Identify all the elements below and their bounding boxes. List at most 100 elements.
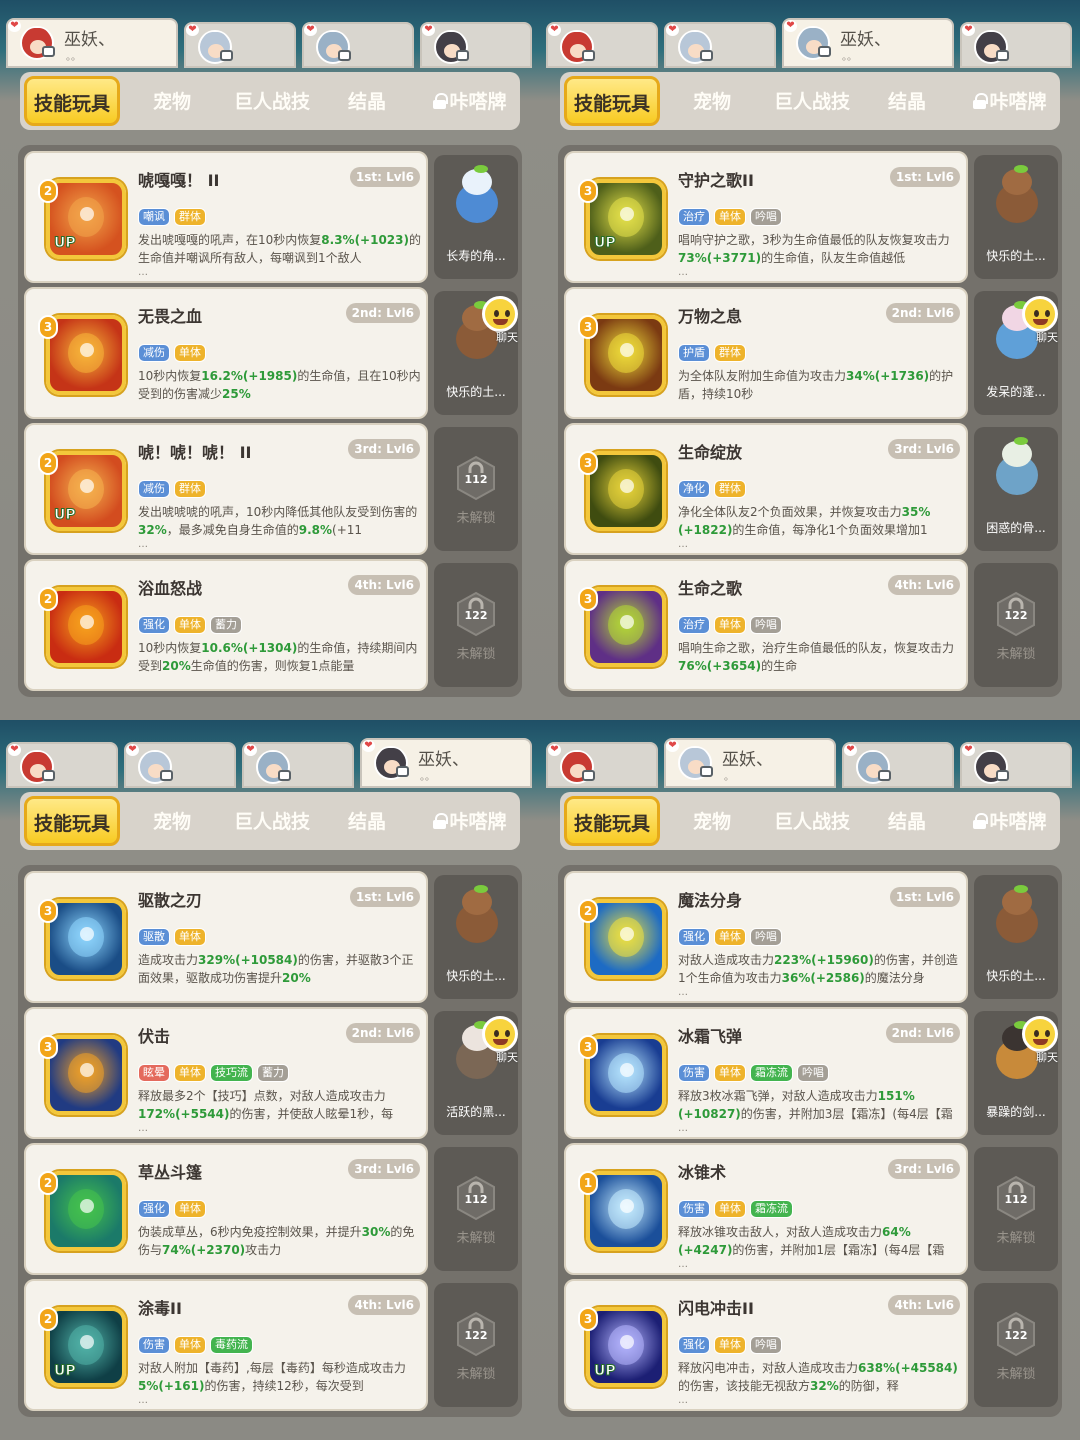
tab-crystals[interactable]: 结晶 [882, 802, 932, 842]
pet-slot[interactable]: 快乐的土... [974, 875, 1058, 999]
character-tab[interactable]: ❤ [242, 742, 354, 788]
heart-icon: ❤ [362, 740, 375, 752]
locked-pet-slot[interactable]: 122 未解锁 [974, 563, 1058, 687]
pet-figure [992, 437, 1042, 503]
highlight-value: 329%(+10584) [198, 953, 298, 967]
category-menu: 技能玩具 宠物 巨人战技 结晶 咔嗒牌 [560, 72, 1060, 130]
skill-card[interactable]: 2 UP 涂毒II 4th: Lvl6 伤害 单体 毒药流 对敌人附加【毒药】,每层… [24, 1279, 428, 1411]
heart-icon: ❤ [962, 24, 975, 36]
skill-tag: 吟唱 [750, 1336, 782, 1354]
skill-card[interactable]: 2 UP 唬！唬！唬！ II 3rd: Lvl6 减伤 群体 发出唬唬唬的吼声，1… [24, 423, 428, 555]
tab-skill-toys[interactable]: 技能玩具 [564, 796, 660, 846]
pet-figure [452, 885, 502, 951]
character-tab[interactable]: ❤ [184, 22, 296, 68]
skill-panel-1: ❤ 巫妖、 。。 ❤ ❤ ❤ 技能玩具 宠物 巨人战技 结晶 咔嗒牌 2 UP … [0, 0, 540, 720]
character-tab[interactable]: ❤ 巫妖、 。 [664, 738, 836, 788]
tab-pets[interactable]: 宠物 [142, 82, 202, 122]
skill-card[interactable]: 1 冰锥术 3rd: Lvl6 伤害 单体 霜冻流 释放冰锥攻击敌人，对敌人造成攻击… [564, 1143, 968, 1275]
skill-card[interactable]: 2 草丛斗篷 3rd: Lvl6 强化 单体 伪装成草丛，6秒内免疫控制效果，并提… [24, 1143, 428, 1275]
tab-giant-skills[interactable]: 巨人战技 [226, 82, 318, 122]
chat-label[interactable]: 聊天 [1036, 329, 1058, 345]
more-indicator: … [138, 539, 148, 550]
character-tab[interactable]: ❤ [960, 742, 1072, 788]
locked-pet-slot[interactable]: 122 未解锁 [434, 563, 518, 687]
skill-tag: 强化 [138, 616, 170, 634]
tab-skill-toys[interactable]: 技能玩具 [24, 796, 120, 846]
character-tab[interactable]: ❤ [420, 22, 532, 68]
character-tab[interactable]: ❤ 巫妖、 。。 [782, 18, 954, 68]
pet-slot[interactable]: 长寿的角... [434, 155, 518, 279]
skill-card[interactable]: 2 魔法分身 1st: Lvl6 强化 单体 吟唱 对敌人造成攻击力223%(+15… [564, 871, 968, 1003]
character-tab[interactable]: ❤ [124, 742, 236, 788]
tab-pets[interactable]: 宠物 [682, 802, 742, 842]
skill-card[interactable]: 3 生命绽放 3rd: Lvl6 净化 群体 净化全体队友2个负面效果，并恢复攻击… [564, 423, 968, 555]
skill-card[interactable]: 3 UP 闪电冲击II 4th: Lvl6 强化 单体 吟唱 释放闪电冲击，对敌人造… [564, 1279, 968, 1411]
tab-click-cards[interactable]: 咔嗒牌 [964, 802, 1056, 842]
skill-card[interactable]: 3 驱散之刃 1st: Lvl6 驱散 单体 造成攻击力329%(+10584)的… [24, 871, 428, 1003]
character-tab[interactable]: ❤ 巫妖、 。。 [360, 738, 532, 788]
skill-tags: 治疗 单体 吟唱 [678, 613, 786, 634]
star-rank-badge: 3 [578, 451, 598, 475]
tab-pets[interactable]: 宠物 [142, 802, 202, 842]
locked-pet-slot[interactable]: 112 未解锁 [434, 427, 518, 551]
emoji-face-icon[interactable] [482, 1016, 518, 1052]
locked-pet-slot[interactable]: 122 未解锁 [434, 1283, 518, 1407]
chat-label[interactable]: 聊天 [496, 1049, 518, 1065]
skill-tag: 净化 [678, 480, 710, 498]
pet-slot[interactable]: 快乐的土... [974, 155, 1058, 279]
slot-level-badge: 4th: Lvl6 [888, 1295, 960, 1315]
character-tab[interactable]: ❤ [842, 742, 954, 788]
tab-crystals[interactable]: 结晶 [342, 82, 392, 122]
tab-pets[interactable]: 宠物 [682, 82, 742, 122]
tab-click-cards[interactable]: 咔嗒牌 [424, 802, 516, 842]
heart-icon: ❤ [8, 20, 21, 32]
character-tab[interactable]: ❤ [960, 22, 1072, 68]
chat-label[interactable]: 聊天 [1036, 1049, 1058, 1065]
tab-giant-skills[interactable]: 巨人战技 [766, 82, 858, 122]
character-tab[interactable]: ❤ [6, 742, 118, 788]
skill-card[interactable]: 3 伏击 2nd: Lvl6 眩晕 单体 技巧流 蓄力 释放最多2个【技巧】点数，对敌… [24, 1007, 428, 1139]
skill-tag: 单体 [174, 344, 206, 362]
character-tab[interactable]: ❤ 巫妖、 。。 [6, 18, 178, 68]
locked-pet-slot[interactable]: 122 未解锁 [974, 1283, 1058, 1407]
tab-giant-skills[interactable]: 巨人战技 [226, 802, 318, 842]
upgrade-badge: UP [594, 1363, 617, 1380]
chat-label[interactable]: 聊天 [496, 329, 518, 345]
character-name: 巫妖、 [722, 750, 773, 769]
skill-card[interactable]: 3 生命之歌 4th: Lvl6 治疗 单体 吟唱 唱响生命之歌，治疗生命值最低的队… [564, 559, 968, 691]
slot-level-badge: 3rd: Lvl6 [348, 1159, 420, 1179]
skill-description: 造成攻击力329%(+10584)的伤害，并驱散3个正面效果，驱散成功伤害提升2… [138, 953, 414, 985]
pet-slot[interactable]: 快乐的土... [434, 875, 518, 999]
skill-card[interactable]: 3 万物之息 2nd: Lvl6 护盾 群体 为全体队友附加生命值为攻击力34%(… [564, 287, 968, 419]
skill-card[interactable]: 2 浴血怒战 4th: Lvl6 强化 单体 蓄力 10秒内恢复10.6%(+130… [24, 559, 428, 691]
skill-row: 3 万物之息 2nd: Lvl6 护盾 群体 为全体队友附加生命值为攻击力34%(… [564, 287, 1058, 419]
highlight-value: 8.3%(+1023) [321, 233, 409, 247]
locked-label: 未解锁 [456, 647, 496, 662]
star-rank-badge: 2 [38, 451, 58, 475]
tab-giant-skills[interactable]: 巨人战技 [766, 802, 858, 842]
tab-click-cards[interactable]: 咔嗒牌 [964, 82, 1056, 122]
character-tab[interactable]: ❤ [546, 22, 658, 68]
skill-tag: 单体 [174, 928, 206, 946]
tab-skill-toys[interactable]: 技能玩具 [564, 76, 660, 126]
highlight-value: 34%(+1736) [846, 369, 930, 383]
emoji-face-icon[interactable] [1022, 1016, 1058, 1052]
skill-panel-3: ❤ ❤ ❤ ❤ 巫妖、 。。 技能玩具 宠物 巨人战技 结晶 咔嗒牌 3 驱散之… [0, 720, 540, 1440]
more-indicator: … [678, 539, 688, 550]
character-tab[interactable]: ❤ [302, 22, 414, 68]
skill-card[interactable]: 3 UP 守护之歌II 1st: Lvl6 治疗 单体 吟唱 唱响守护之歌，3秒为生… [564, 151, 968, 283]
pet-slot[interactable]: 困惑的骨... [974, 427, 1058, 551]
locked-pet-slot[interactable]: 112 未解锁 [434, 1147, 518, 1271]
character-tab[interactable]: ❤ [664, 22, 776, 68]
character-tab[interactable]: ❤ [546, 742, 658, 788]
tab-click-cards[interactable]: 咔嗒牌 [424, 82, 516, 122]
skill-card[interactable]: 3 冰霜飞弹 2nd: Lvl6 伤害 单体 霜冻流 吟唱 释放3枚冰霜飞弹，对敌人造… [564, 1007, 968, 1139]
tab-skill-toys[interactable]: 技能玩具 [24, 76, 120, 126]
skill-card[interactable]: 3 无畏之血 2nd: Lvl6 减伤 单体 10秒内恢复16.2%(+1985)… [24, 287, 428, 419]
skill-card[interactable]: 2 UP 唬嘎嘎！ II 1st: Lvl6 嘲讽 群体 发出唬嘎嘎的吼声，在10… [24, 151, 428, 283]
locked-pet-slot[interactable]: 112 未解锁 [974, 1147, 1058, 1271]
emoji-face-icon[interactable] [1022, 296, 1058, 332]
tab-crystals[interactable]: 结晶 [882, 82, 932, 122]
tab-crystals[interactable]: 结晶 [342, 802, 392, 842]
emoji-face-icon[interactable] [482, 296, 518, 332]
